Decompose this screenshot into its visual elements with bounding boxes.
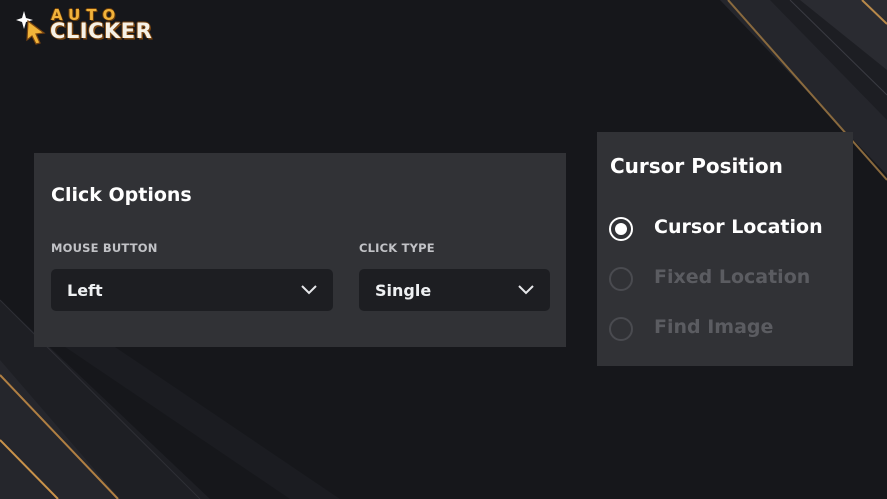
logo-text-bottom: CLICKER: [50, 19, 153, 43]
radio-label: Cursor Location: [654, 216, 823, 238]
click-options-panel: Click Options MOUSE BUTTON Left CLICK TY…: [34, 153, 566, 347]
radio-unchecked-icon: [609, 267, 633, 291]
radio-cursor-location[interactable]: Cursor Location: [609, 215, 844, 245]
click-type-select[interactable]: Single: [359, 269, 550, 311]
click-type-value: Single: [375, 281, 432, 300]
chevron-down-icon: [301, 285, 317, 295]
radio-find-image[interactable]: Find Image: [609, 315, 844, 345]
radio-checked-icon: [609, 217, 633, 241]
mouse-button-select[interactable]: Left: [51, 269, 333, 311]
radio-fixed-location[interactable]: Fixed Location: [609, 265, 844, 295]
mouse-button-label: MOUSE BUTTON: [51, 241, 158, 255]
radio-unchecked-icon: [609, 317, 633, 341]
radio-label: Fixed Location: [654, 266, 811, 288]
click-options-title: Click Options: [51, 184, 192, 206]
sparkle-cursor-icon: [16, 11, 46, 45]
chevron-down-icon: [518, 285, 534, 295]
cursor-position-panel: Cursor Position Cursor Location Fixed Lo…: [597, 132, 853, 366]
radio-label: Find Image: [654, 316, 774, 338]
mouse-button-value: Left: [67, 281, 103, 300]
click-type-label: CLICK TYPE: [359, 241, 435, 255]
cursor-position-title: Cursor Position: [610, 154, 783, 178]
app-logo: AUTO CLICKER: [14, 6, 194, 48]
